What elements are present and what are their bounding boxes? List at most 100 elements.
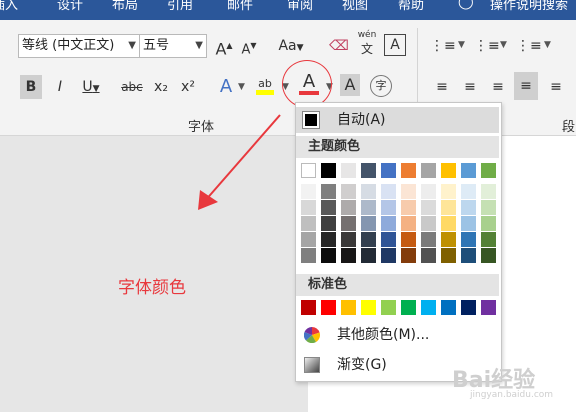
- align-right-icon[interactable]: ≡: [488, 75, 508, 99]
- char-shading-button[interactable]: A: [340, 74, 360, 96]
- standard-color-swatch[interactable]: [461, 300, 476, 315]
- theme-color-swatch[interactable]: [461, 163, 476, 178]
- theme-shade-swatch[interactable]: [461, 232, 476, 247]
- theme-shade-swatch[interactable]: [421, 248, 436, 263]
- theme-shade-swatch[interactable]: [401, 248, 416, 263]
- theme-color-swatch[interactable]: [301, 163, 316, 178]
- theme-shade-swatch[interactable]: [481, 216, 496, 231]
- standard-color-swatch[interactable]: [361, 300, 376, 315]
- theme-shade-swatch[interactable]: [301, 216, 316, 231]
- theme-shade-swatch[interactable]: [441, 216, 456, 231]
- standard-color-swatch[interactable]: [321, 300, 336, 315]
- theme-shade-swatch[interactable]: [441, 184, 456, 199]
- theme-shade-swatch[interactable]: [401, 232, 416, 247]
- tab-insert[interactable]: 插入: [0, 0, 18, 13]
- tab-help[interactable]: 帮助: [398, 0, 424, 13]
- theme-shade-swatch[interactable]: [361, 248, 376, 263]
- standard-color-swatch[interactable]: [381, 300, 396, 315]
- theme-shade-swatch[interactable]: [441, 232, 456, 247]
- grow-font-button[interactable]: A▲: [215, 34, 233, 58]
- char-border-button[interactable]: A: [384, 34, 406, 56]
- theme-shade-swatch[interactable]: [461, 248, 476, 263]
- standard-color-swatch[interactable]: [401, 300, 416, 315]
- tab-review[interactable]: 审阅: [287, 0, 313, 13]
- theme-shade-swatch[interactable]: [341, 200, 356, 215]
- italic-button[interactable]: I: [50, 75, 70, 99]
- theme-color-swatch[interactable]: [361, 163, 376, 178]
- theme-shade-swatch[interactable]: [461, 200, 476, 215]
- font-size-select[interactable]: 五号 ▼: [139, 34, 207, 58]
- theme-color-swatch[interactable]: [341, 163, 356, 178]
- tell-me-search[interactable]: 操作说明搜索: [490, 0, 568, 13]
- theme-shade-swatch[interactable]: [301, 184, 316, 199]
- theme-shade-swatch[interactable]: [461, 184, 476, 199]
- theme-shade-swatch[interactable]: [401, 200, 416, 215]
- numbering-icon[interactable]: ⋮≡: [474, 34, 500, 58]
- theme-color-swatch[interactable]: [441, 163, 456, 178]
- distributed-icon[interactable]: ≡: [546, 75, 566, 99]
- tab-references[interactable]: 引用: [167, 0, 193, 13]
- theme-shade-swatch[interactable]: [321, 232, 336, 247]
- shrink-font-button[interactable]: A▼: [240, 34, 258, 58]
- theme-shade-swatch[interactable]: [301, 232, 316, 247]
- theme-shade-swatch[interactable]: [381, 248, 396, 263]
- theme-shade-swatch[interactable]: [481, 200, 496, 215]
- bullets-icon[interactable]: ⋮≡: [430, 34, 456, 58]
- superscript-button[interactable]: x²: [177, 75, 199, 99]
- tab-layout[interactable]: 布局: [112, 0, 138, 13]
- theme-shade-swatch[interactable]: [341, 232, 356, 247]
- change-case-button[interactable]: Aa▼: [276, 34, 306, 58]
- theme-shade-swatch[interactable]: [441, 200, 456, 215]
- standard-color-swatch[interactable]: [481, 300, 496, 315]
- automatic-color-item[interactable]: 自动(A): [296, 107, 499, 133]
- theme-shade-swatch[interactable]: [421, 216, 436, 231]
- strikethrough-button[interactable]: abc: [118, 75, 146, 99]
- theme-shade-swatch[interactable]: [441, 248, 456, 263]
- theme-shade-swatch[interactable]: [381, 216, 396, 231]
- theme-shade-swatch[interactable]: [421, 200, 436, 215]
- tab-design[interactable]: 设计: [57, 0, 83, 13]
- more-colors-item[interactable]: 其他颜色(M)...: [296, 322, 499, 348]
- tab-mailings[interactable]: 邮件: [227, 0, 253, 13]
- align-center-icon[interactable]: ≡: [460, 75, 480, 99]
- highlight-button[interactable]: ab: [254, 72, 276, 96]
- theme-shade-swatch[interactable]: [381, 232, 396, 247]
- theme-shade-swatch[interactable]: [381, 184, 396, 199]
- phonetic-guide-button[interactable]: wén 文: [356, 28, 378, 56]
- standard-color-swatch[interactable]: [441, 300, 456, 315]
- theme-color-swatch[interactable]: [401, 163, 416, 178]
- theme-color-swatch[interactable]: [321, 163, 336, 178]
- standard-color-swatch[interactable]: [341, 300, 356, 315]
- bold-button[interactable]: B: [20, 75, 42, 99]
- theme-shade-swatch[interactable]: [321, 200, 336, 215]
- theme-color-swatch[interactable]: [381, 163, 396, 178]
- justify-icon[interactable]: ≡: [514, 72, 538, 100]
- subscript-button[interactable]: x₂: [150, 75, 172, 99]
- underline-button[interactable]: U▼: [76, 75, 106, 99]
- clear-format-icon[interactable]: ⌫: [328, 34, 350, 58]
- theme-shade-swatch[interactable]: [361, 216, 376, 231]
- theme-shade-swatch[interactable]: [341, 216, 356, 231]
- theme-shade-swatch[interactable]: [421, 232, 436, 247]
- theme-shade-swatch[interactable]: [481, 232, 496, 247]
- theme-shade-swatch[interactable]: [341, 248, 356, 263]
- enclose-char-button[interactable]: 字: [370, 75, 392, 97]
- font-name-select[interactable]: 等线 (中文正文) ▼: [18, 34, 140, 58]
- theme-shade-swatch[interactable]: [301, 248, 316, 263]
- multilevel-list-icon[interactable]: ⋮≡: [516, 34, 542, 58]
- text-effects-button[interactable]: A: [216, 75, 236, 99]
- theme-shade-swatch[interactable]: [361, 200, 376, 215]
- align-left-icon[interactable]: ≡: [432, 75, 452, 99]
- theme-shade-swatch[interactable]: [381, 200, 396, 215]
- theme-shade-swatch[interactable]: [301, 200, 316, 215]
- theme-shade-swatch[interactable]: [321, 216, 336, 231]
- theme-shade-swatch[interactable]: [321, 184, 336, 199]
- theme-shade-swatch[interactable]: [481, 248, 496, 263]
- theme-shade-swatch[interactable]: [321, 248, 336, 263]
- theme-shade-swatch[interactable]: [401, 216, 416, 231]
- theme-color-swatch[interactable]: [421, 163, 436, 178]
- theme-shade-swatch[interactable]: [401, 184, 416, 199]
- standard-color-swatch[interactable]: [421, 300, 436, 315]
- theme-shade-swatch[interactable]: [361, 184, 376, 199]
- theme-shade-swatch[interactable]: [481, 184, 496, 199]
